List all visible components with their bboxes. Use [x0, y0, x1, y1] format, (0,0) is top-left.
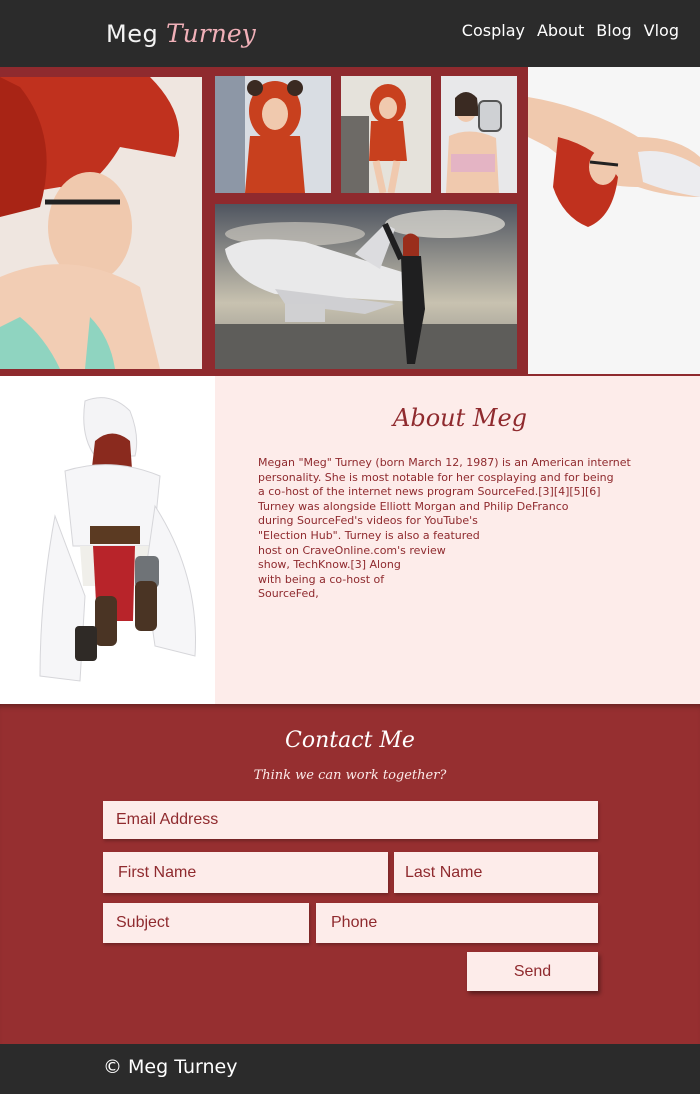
about-bio-line: during SourceFed's videos for YouTube's	[258, 514, 478, 528]
logo-last-name: Turney	[166, 19, 256, 48]
nav-item-about[interactable]: About	[537, 21, 584, 40]
about-bio-line: show, TechKnow.[3] Along	[258, 558, 401, 572]
send-button[interactable]: Send	[467, 952, 598, 991]
gallery-photo-airplane-catsuit[interactable]	[215, 204, 517, 369]
photo-gallery	[0, 67, 700, 376]
contact-subtitle: Think we can work together?	[253, 768, 447, 783]
about-bio-line: with being a co-host of	[258, 572, 385, 586]
first-name-field[interactable]	[103, 852, 388, 893]
about-bio-line: Megan "Meg" Turney (born March 12, 1987)…	[258, 456, 631, 469]
gallery-photo-redhead-glasses[interactable]	[0, 77, 202, 369]
gallery-photo-red-hoodie-1[interactable]	[215, 76, 331, 193]
about-bio-line: SourceFed,	[258, 587, 319, 601]
gallery-photo-bending-pose[interactable]	[528, 67, 700, 374]
contact-title: Contact Me	[285, 728, 415, 753]
about-bio-line: host on CraveOnline.com's review	[258, 543, 446, 557]
nav-item-cosplay[interactable]: Cosplay	[462, 21, 525, 40]
about-bio-line: Turney was alongside Elliott Morgan and …	[258, 499, 569, 513]
about-title: About Meg	[393, 404, 528, 432]
phone-field[interactable]	[316, 903, 598, 943]
about-bio-line: "Election Hub". Turney is also a feature…	[258, 528, 480, 542]
about-bio: Megan "Meg" Turney (born March 12, 1987)…	[258, 456, 658, 602]
about-photo-panel	[0, 376, 215, 704]
contact-section: Contact Me Think we can work together? S…	[0, 704, 700, 1044]
about-bio-line: personality. She is most notable for her…	[258, 470, 614, 484]
nav-item-blog[interactable]: Blog	[596, 21, 631, 40]
nav-item-vlog[interactable]: Vlog	[644, 21, 679, 40]
about-photo-assassin-cosplay	[39, 397, 196, 682]
site-footer: © Meg Turney	[0, 1044, 700, 1094]
about-bio-line: a co-host of the internet news program S…	[258, 485, 601, 499]
email-field[interactable]	[103, 801, 598, 839]
site-header: Meg Turney Cosplay About Blog Vlog	[0, 0, 700, 67]
last-name-field[interactable]	[394, 852, 598, 893]
about-section: About Meg Megan "Meg" Turney (born March…	[215, 376, 700, 704]
main-nav: Cosplay About Blog Vlog	[462, 21, 679, 40]
gallery-photo-red-hoodie-2[interactable]	[341, 76, 431, 193]
copyright-text: © Meg Turney	[103, 1056, 238, 1078]
gallery-photo-portal-gun[interactable]	[441, 76, 517, 193]
logo-first-name: Meg	[106, 20, 159, 48]
subject-field[interactable]	[103, 903, 309, 943]
